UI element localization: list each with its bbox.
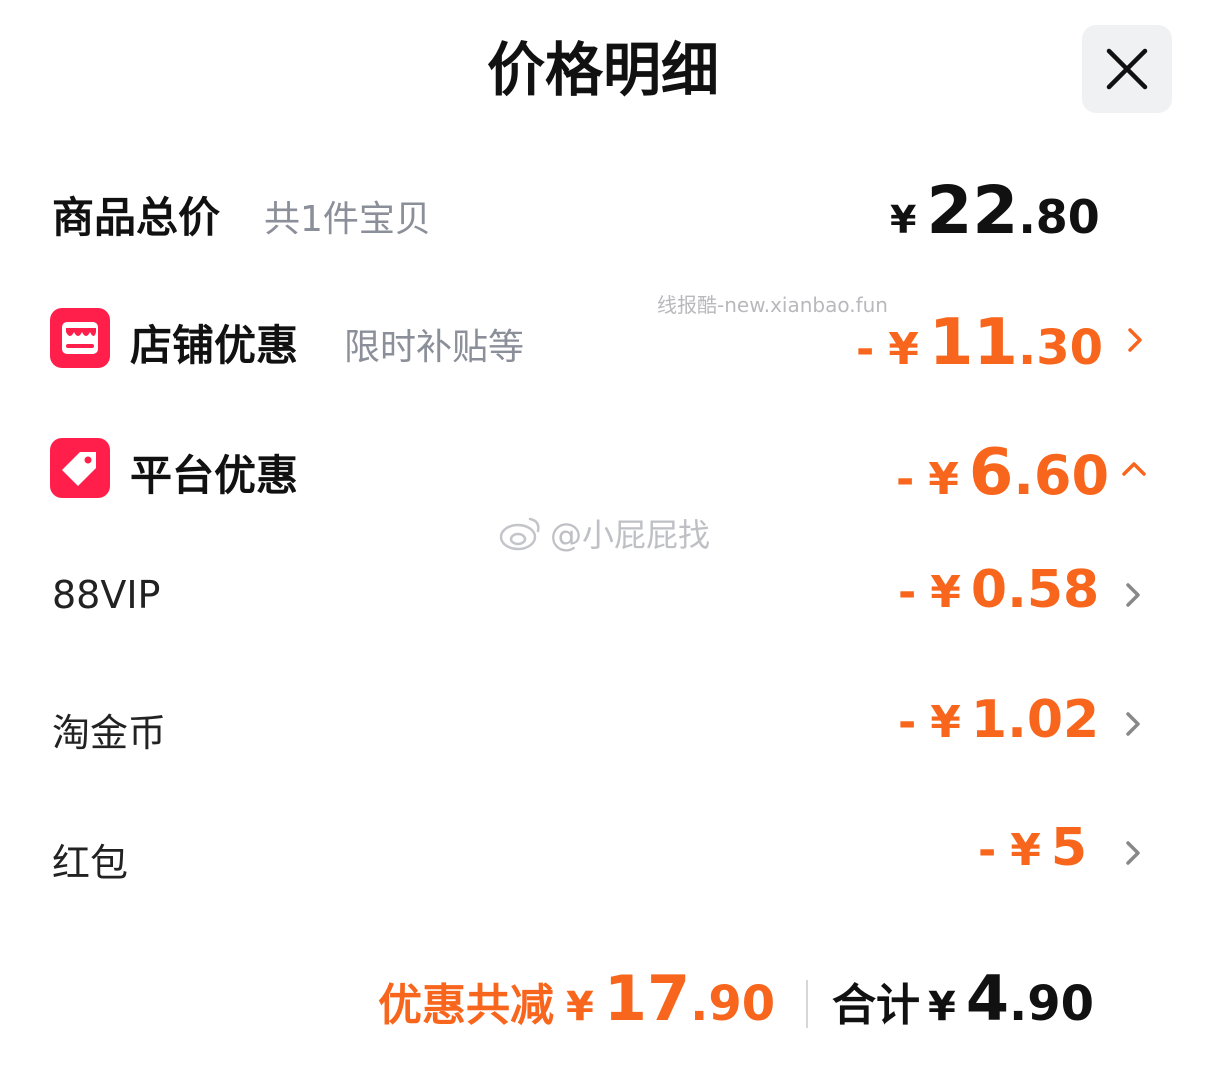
weibo-handle: @小屁屁找	[550, 516, 711, 554]
close-icon	[1106, 48, 1148, 90]
total-price-amount: ¥ 22 .80	[890, 172, 1100, 249]
item-count: 共1件宝贝	[264, 199, 431, 240]
total-discount: 优惠共减 ¥ 17 .90	[378, 962, 775, 1035]
grand-total-label: 合计	[832, 980, 920, 1031]
amount-value: 5	[1050, 818, 1088, 878]
minus-sign: -	[978, 825, 997, 876]
amount-decimal: .30	[1017, 320, 1103, 376]
amount-integer: 11	[928, 306, 1018, 380]
amount-decimal: .60	[1013, 444, 1110, 507]
currency-symbol: ¥	[928, 984, 956, 1030]
minus-sign: -	[856, 324, 875, 375]
item-amount: - ¥ 5	[978, 818, 1087, 878]
item-label: 淘金币	[52, 711, 167, 755]
total-discount-label: 优惠共减	[378, 980, 554, 1031]
tag-icon	[50, 438, 110, 498]
shop-discount-amount: - ¥ 11 .30	[856, 306, 1103, 380]
currency-symbol: ¥	[890, 198, 917, 242]
minus-sign: -	[898, 567, 917, 618]
minus-sign: -	[898, 697, 917, 748]
chevron-up-icon	[1122, 462, 1146, 476]
weibo-watermark: @小屁屁找	[498, 510, 710, 556]
total-price-label: 商品总价	[52, 193, 221, 242]
amount-decimal: .80	[1018, 190, 1100, 244]
amount-decimal: .90	[690, 976, 776, 1032]
shop-discount-label: 店铺优惠	[130, 321, 299, 370]
shop-discount-sub: 限时补贴等	[344, 327, 525, 368]
amount-decimal: .90	[1008, 976, 1095, 1032]
item-amount: - ¥ 1.02	[898, 690, 1099, 750]
amount-integer: 4	[965, 962, 1009, 1035]
watermark-text: 线报酷-new.xianbao.fun	[657, 293, 888, 317]
chevron-right-icon	[1128, 328, 1142, 352]
currency-symbol: ¥	[1010, 825, 1041, 876]
amount-value: 0.58	[970, 560, 1100, 620]
chevron-right-icon	[1126, 841, 1140, 865]
weibo-icon	[499, 517, 540, 551]
minus-sign: -	[896, 454, 915, 505]
page-title: 价格明细	[486, 36, 719, 104]
currency-symbol: ¥	[928, 454, 959, 505]
chevron-right-icon	[1126, 712, 1140, 736]
item-label: 红包	[52, 841, 129, 885]
chevron-right-icon	[1126, 583, 1140, 607]
divider	[806, 980, 808, 1028]
amount-integer: 17	[603, 962, 691, 1035]
currency-symbol: ¥	[930, 567, 961, 618]
currency-symbol: ¥	[888, 324, 919, 375]
amount-value: 1.02	[970, 690, 1100, 750]
amount-integer: 22	[926, 172, 1019, 249]
grand-total: 合计 ¥ 4 .90	[832, 962, 1094, 1035]
amount-integer: 6	[968, 436, 1014, 510]
shop-icon	[50, 308, 110, 368]
item-amount: - ¥ 0.58	[898, 560, 1099, 620]
item-label: 88VIP	[52, 573, 161, 617]
platform-discount-label: 平台优惠	[130, 451, 299, 500]
currency-symbol: ¥	[566, 984, 594, 1030]
close-button[interactable]	[1082, 25, 1172, 113]
currency-symbol: ¥	[930, 697, 961, 748]
platform-discount-amount: - ¥ 6 .60	[896, 436, 1109, 510]
